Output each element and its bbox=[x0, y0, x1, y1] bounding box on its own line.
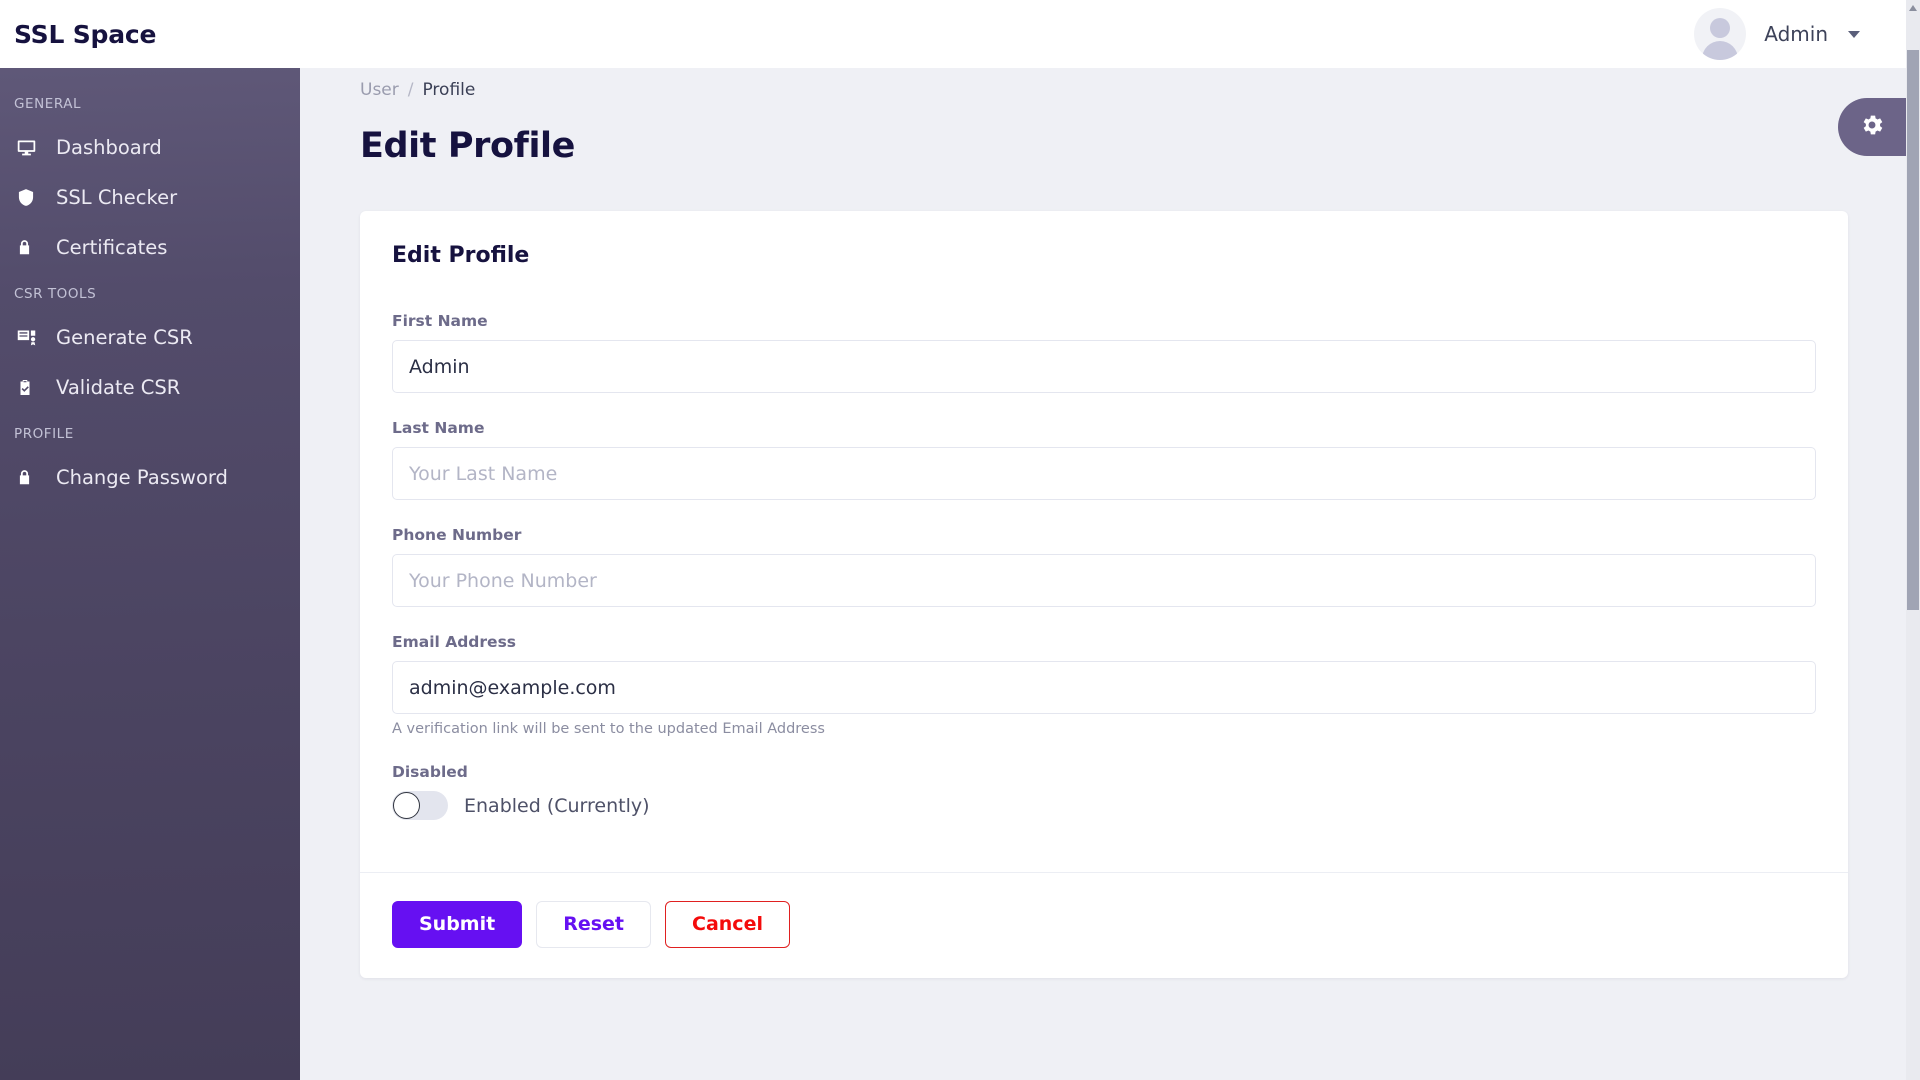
breadcrumb-current: Profile bbox=[422, 80, 476, 100]
last-name-label: Last Name bbox=[392, 419, 485, 437]
toggle-state-text: Enabled (Currently) bbox=[464, 794, 650, 817]
email-help-text: A verification link will be sent to the … bbox=[392, 721, 825, 737]
sidebar-item-label: Change Password bbox=[56, 465, 228, 489]
lock-icon bbox=[16, 237, 50, 258]
page-title: Edit Profile bbox=[360, 126, 575, 166]
settings-panel-toggle[interactable] bbox=[1838, 98, 1906, 156]
breadcrumb-separator: / bbox=[407, 80, 414, 100]
lock-icon bbox=[16, 467, 50, 488]
avatar[interactable] bbox=[1694, 8, 1747, 60]
toggle-knob bbox=[393, 792, 420, 819]
first-name-label: First Name bbox=[392, 312, 488, 330]
phone-number-label: Phone Number bbox=[392, 526, 522, 544]
form-group-email-address: Email Address A verification link will b… bbox=[392, 633, 1816, 737]
sidebar-section-profile: PROFILE bbox=[14, 426, 74, 442]
cancel-button[interactable]: Cancel bbox=[665, 901, 790, 948]
gear-icon bbox=[1859, 112, 1885, 142]
breadcrumb-parent[interactable]: User bbox=[360, 80, 399, 100]
main-content: User / Profile Edit Profile Edit Profile… bbox=[300, 68, 1906, 1080]
sidebar-item-label: SSL Checker bbox=[56, 185, 178, 209]
card-footer: Submit Reset Cancel bbox=[360, 872, 1848, 978]
email-address-input[interactable] bbox=[392, 661, 1816, 714]
card-body: Edit Profile First Name Last Name Phone … bbox=[360, 211, 1848, 872]
sidebar-section-general: GENERAL bbox=[14, 96, 82, 112]
scroll-up-arrow-icon[interactable] bbox=[1909, 5, 1917, 11]
reset-button[interactable]: Reset bbox=[536, 901, 652, 948]
disabled-toggle-switch[interactable] bbox=[392, 791, 448, 820]
sidebar-item-label: Validate CSR bbox=[56, 375, 181, 399]
top-header: SSL Space Admin bbox=[0, 0, 1906, 68]
desktop-icon bbox=[16, 137, 50, 158]
sidebar-item-label: Dashboard bbox=[56, 135, 162, 159]
scrollbar-thumb[interactable] bbox=[1907, 50, 1919, 610]
avatar-head bbox=[1710, 18, 1731, 38]
breadcrumb: User / Profile bbox=[300, 68, 1906, 100]
header-user-name: Admin bbox=[1764, 22, 1828, 46]
header-user-menu[interactable]: Admin bbox=[1694, 8, 1906, 60]
card-title: Edit Profile bbox=[392, 243, 530, 268]
sidebar-item-label: Generate CSR bbox=[56, 325, 193, 349]
form-group-phone-number: Phone Number bbox=[392, 526, 1816, 607]
sidebar-item-dashboard[interactable]: Dashboard bbox=[0, 122, 300, 172]
last-name-input[interactable] bbox=[392, 447, 1816, 500]
sidebar: GENERAL Dashboard SSL Checker Certificat… bbox=[0, 68, 300, 1080]
form-group-last-name: Last Name bbox=[392, 419, 1816, 500]
form-group-first-name: First Name bbox=[392, 312, 1816, 393]
sidebar-item-validate-csr[interactable]: Validate CSR bbox=[0, 362, 300, 412]
phone-number-input[interactable] bbox=[392, 554, 1816, 607]
form-group-disabled-toggle: Disabled Enabled (Currently) bbox=[392, 763, 1816, 820]
submit-button[interactable]: Submit bbox=[392, 901, 523, 948]
avatar-body bbox=[1702, 41, 1739, 60]
app-brand-title: SSL Space bbox=[14, 19, 157, 49]
disabled-switch-row: Enabled (Currently) bbox=[392, 791, 1816, 820]
page-scrollbar[interactable] bbox=[1906, 0, 1920, 1080]
first-name-input[interactable] bbox=[392, 340, 1816, 393]
clipboard-check-icon bbox=[16, 377, 50, 398]
edit-profile-card: Edit Profile First Name Last Name Phone … bbox=[360, 211, 1848, 978]
app-root: SSL Space Admin GENERAL Dashboard SSL Ch… bbox=[0, 0, 1920, 1080]
chevron-down-icon[interactable] bbox=[1848, 30, 1860, 38]
sidebar-item-generate-csr[interactable]: Generate CSR bbox=[0, 312, 300, 362]
sidebar-item-certificates[interactable]: Certificates bbox=[0, 222, 300, 272]
shield-icon bbox=[16, 187, 50, 208]
sidebar-item-label: Certificates bbox=[56, 235, 168, 259]
disabled-label: Disabled bbox=[392, 763, 468, 781]
sidebar-item-ssl-checker[interactable]: SSL Checker bbox=[0, 172, 300, 222]
email-address-label: Email Address bbox=[392, 633, 517, 651]
sidebar-item-change-password[interactable]: Change Password bbox=[0, 452, 300, 502]
sidebar-section-csr-tools: CSR TOOLS bbox=[14, 286, 97, 302]
certificate-icon bbox=[16, 327, 50, 348]
